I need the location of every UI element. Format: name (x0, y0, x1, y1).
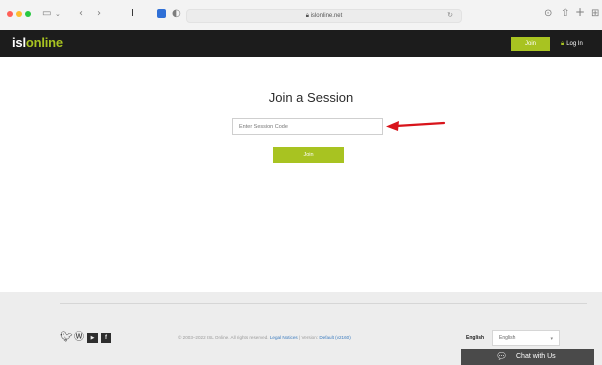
logo-suffix: online (25, 35, 63, 50)
password-extension-icon[interactable] (157, 9, 166, 18)
session-code-input[interactable] (232, 118, 383, 135)
reload-icon[interactable]: ↻ (447, 10, 453, 22)
legal-notices-link[interactable]: Legal Notices (270, 335, 298, 340)
url-domain: islonline.net (310, 13, 343, 19)
youtube-icon[interactable]: ▶ (87, 333, 98, 343)
page: ▭ ⌄ ‹ › I ◐ 🔒︎ islonline.net ↻ ⊙ ⇧ + ⊞ i… (0, 0, 602, 365)
new-tab-icon[interactable]: + (575, 6, 585, 18)
close-window-button[interactable] (7, 11, 13, 17)
privacy-shield-icon[interactable]: ◐ (172, 8, 181, 20)
chat-with-us-button[interactable]: 💬︎ Chat with Us (461, 349, 594, 365)
copyright-text: © 2003–2022 ISL Online. All rights reser… (178, 335, 269, 340)
header-join-button[interactable]: Join (511, 37, 550, 51)
version-link[interactable]: Default (v2160) (319, 335, 350, 340)
footer-divider (60, 303, 587, 304)
language-select[interactable]: English ▾ (492, 330, 560, 346)
wordpress-icon[interactable]: Ⓦ (74, 332, 84, 344)
facebook-icon[interactable]: f (101, 333, 111, 343)
text-cursor-icon: I (131, 8, 134, 19)
chevron-down-icon: ▾ (550, 336, 553, 342)
chat-label: Chat with Us (516, 353, 556, 360)
logo-prefix: isl (12, 35, 26, 50)
copyright-notice: © 2003–2022 ISL Online. All rights reser… (178, 335, 351, 340)
login-label: Log In (566, 41, 583, 47)
twitter-icon[interactable]: 🐦︎ (60, 332, 73, 344)
forward-icon[interactable]: › (97, 8, 101, 20)
islonline-logo[interactable]: islonline (12, 36, 63, 50)
join-button[interactable]: Join (273, 147, 344, 163)
chevron-down-icon[interactable]: ⌄ (55, 8, 61, 20)
chat-bubble-icon: 💬︎ (496, 352, 508, 362)
zoom-window-button[interactable] (25, 11, 31, 17)
browser-toolbar: ▭ ⌄ ‹ › I ◐ 🔒︎ islonline.net ↻ ⊙ ⇧ + ⊞ (0, 0, 602, 30)
version-label: Version: (301, 335, 319, 340)
lock-icon: 🔒︎ (561, 41, 565, 47)
sidebar-toggle-icon[interactable]: ▭ (42, 8, 51, 20)
tab-overview-icon[interactable]: ⊞ (591, 8, 599, 20)
lock-icon: 🔒︎ (305, 13, 309, 19)
language-label: English (466, 335, 485, 341)
red-arrow-annotation (386, 121, 446, 131)
language-selected-value: English (499, 335, 516, 341)
login-link[interactable]: 🔒︎ Log In (561, 37, 583, 51)
download-icon[interactable]: ⊙ (544, 8, 552, 20)
url-text: 🔒︎ islonline.net (187, 10, 461, 22)
back-icon[interactable]: ‹ (79, 8, 83, 20)
minimize-window-button[interactable] (16, 11, 22, 17)
share-icon[interactable]: ⇧ (561, 8, 569, 20)
address-bar[interactable]: 🔒︎ islonline.net ↻ (186, 9, 462, 23)
page-title: Join a Session (268, 90, 354, 105)
